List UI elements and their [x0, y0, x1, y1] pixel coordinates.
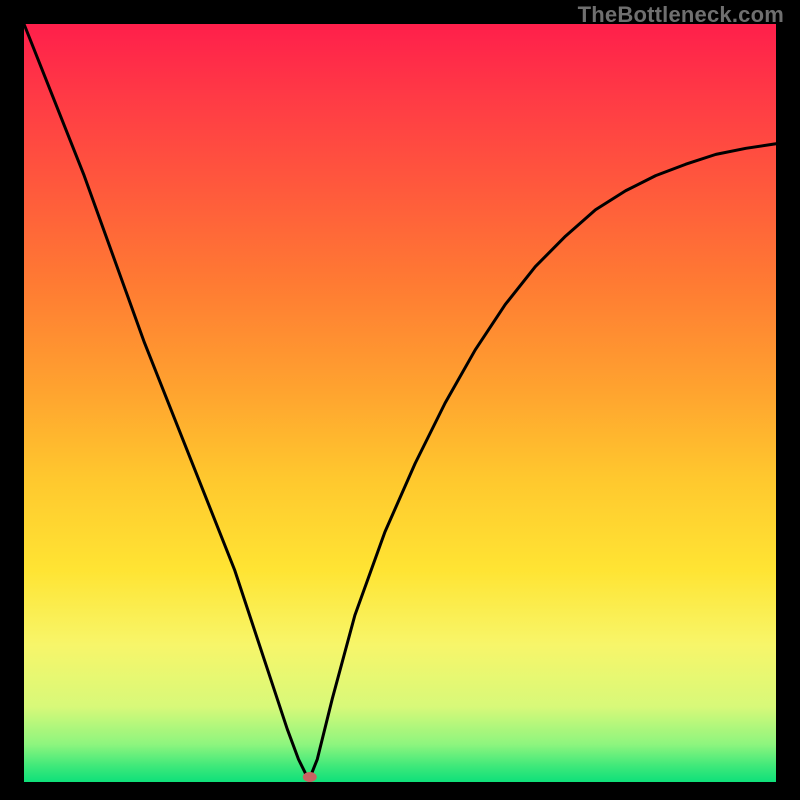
plot-area: [24, 24, 776, 782]
chart-overlay: [24, 24, 776, 782]
notch-marker: [303, 772, 317, 782]
chart-container: TheBottleneck.com: [0, 0, 800, 800]
curve-line: [24, 24, 776, 778]
plot-frame: [24, 24, 776, 782]
